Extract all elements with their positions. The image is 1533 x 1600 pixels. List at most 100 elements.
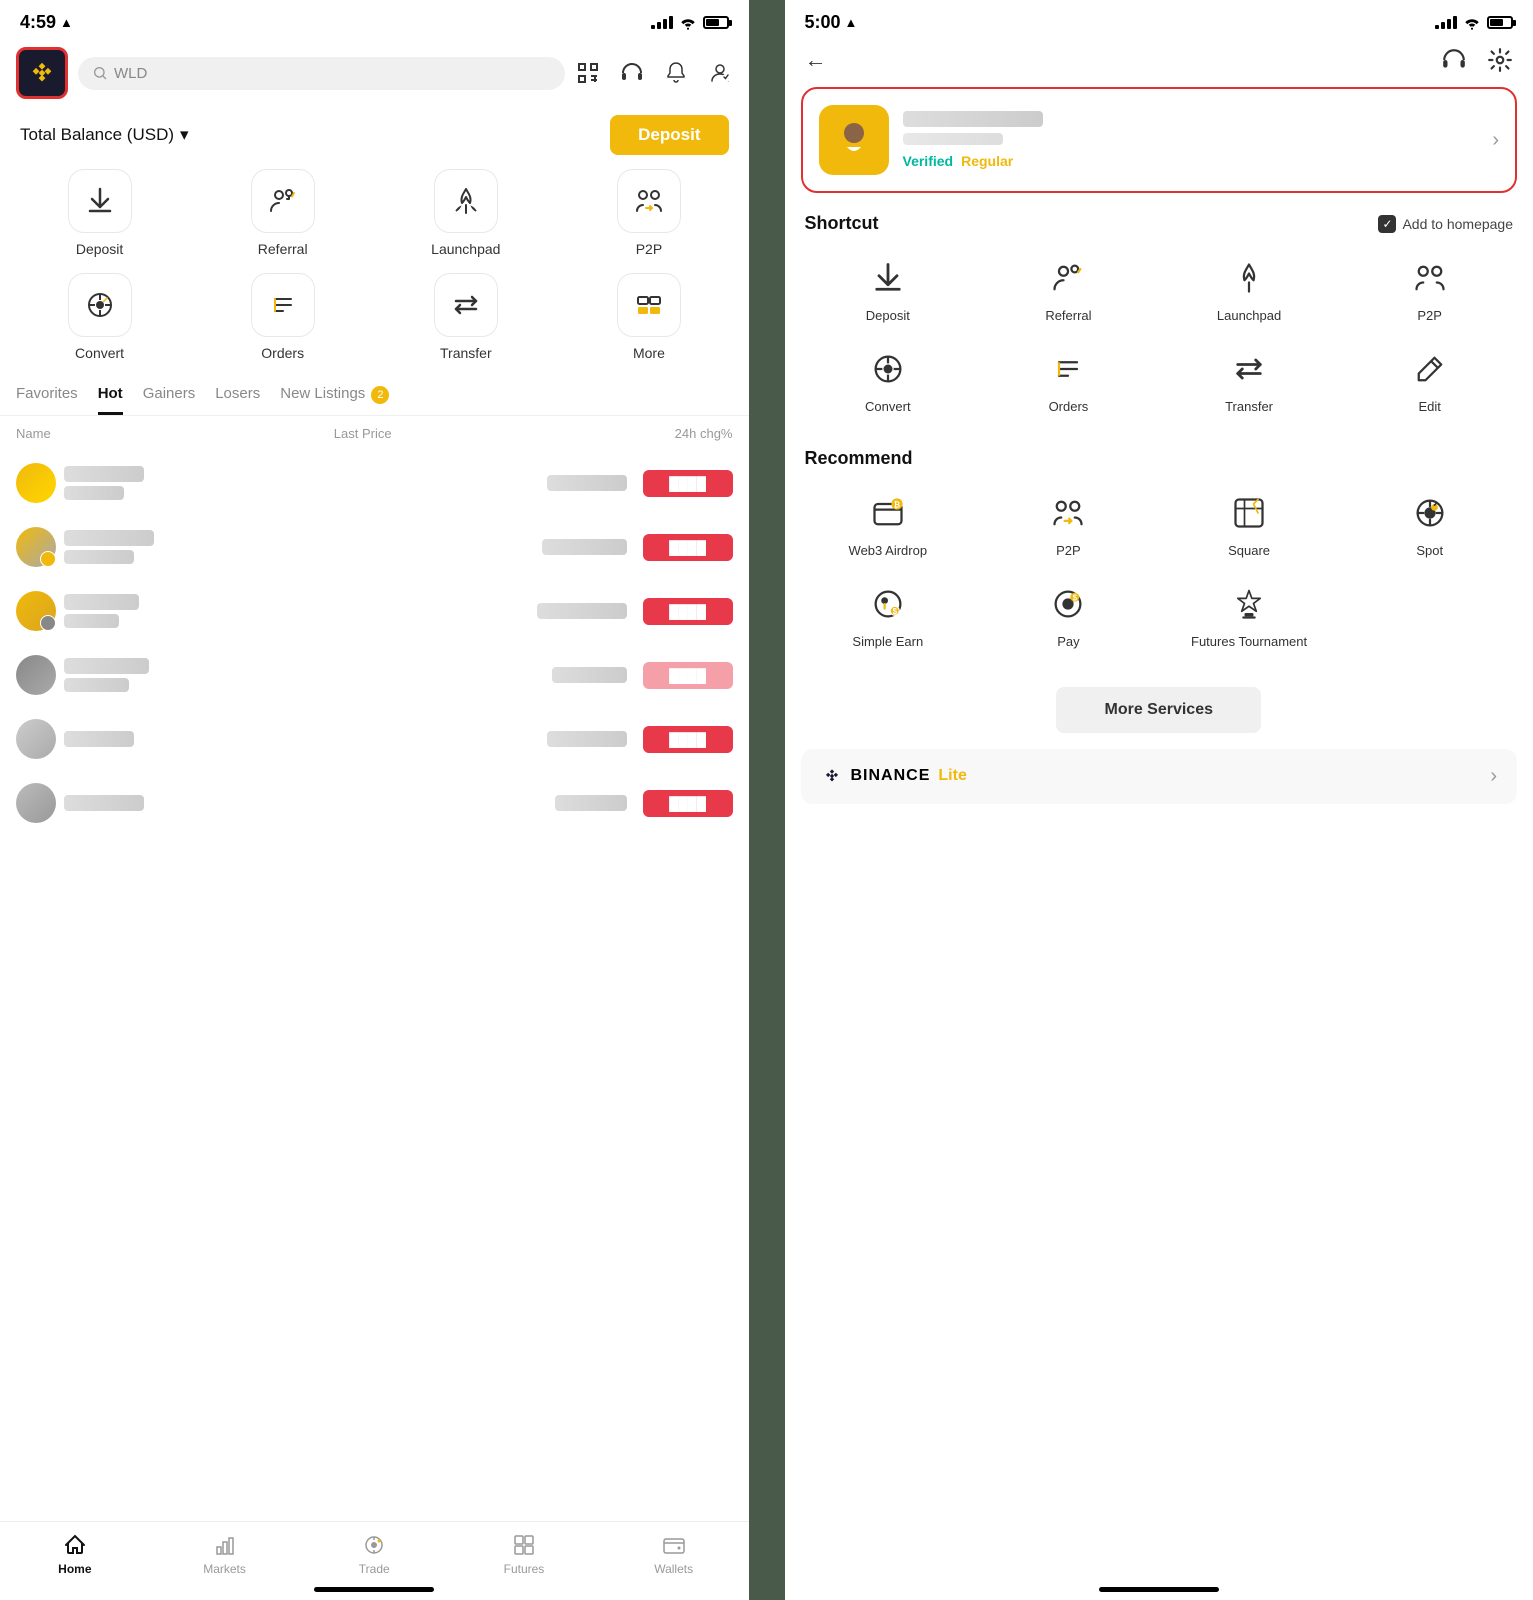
- signal-icon-1: [651, 16, 673, 29]
- notification-icon[interactable]: [663, 60, 689, 86]
- profile-icon[interactable]: [707, 60, 733, 86]
- nav-futures[interactable]: Futures: [449, 1532, 599, 1576]
- simple-earn-label: Simple Earn: [852, 634, 923, 651]
- time-1: 4:59: [20, 12, 56, 33]
- shortcut-launchpad-label: Launchpad: [1217, 308, 1281, 325]
- table-row[interactable]: ████: [0, 771, 749, 835]
- orders-icon: [267, 289, 299, 321]
- col-price: Last Price: [334, 426, 392, 441]
- shortcut-referral-icon: [1046, 256, 1090, 300]
- homepage-checkbox: ✓: [1378, 215, 1396, 233]
- recommend-spot[interactable]: Spot: [1342, 483, 1517, 568]
- back-button[interactable]: ←: [805, 47, 827, 73]
- transfer-icon-box: [434, 273, 498, 337]
- home-indicator-2: [1099, 1587, 1219, 1592]
- svg-text:$: $: [1073, 593, 1078, 602]
- binance-lite-bar[interactable]: BINANCE Lite ›: [801, 749, 1518, 804]
- action-convert[interactable]: Convert: [16, 273, 183, 361]
- shortcut-launchpad-icon: [1227, 256, 1271, 300]
- balance-section: Total Balance (USD) ▾ Deposit: [0, 109, 749, 169]
- shortcut-convert[interactable]: Convert: [801, 339, 976, 424]
- profile-card[interactable]: Verified Regular ›: [801, 87, 1518, 193]
- col-change: 24h chg%: [675, 426, 733, 441]
- binance-logo[interactable]: [16, 47, 68, 99]
- action-deposit[interactable]: Deposit: [16, 169, 183, 257]
- futures-icon: [511, 1532, 537, 1558]
- table-row[interactable]: ████: [0, 451, 749, 515]
- market-tabs: Favorites Hot Gainers Losers New Listing…: [0, 377, 749, 416]
- recommend-futures[interactable]: Futures Tournament: [1162, 574, 1337, 659]
- binance-diamond-icon: [821, 765, 843, 787]
- table-row[interactable]: ████: [0, 707, 749, 771]
- orders-label: Orders: [261, 345, 304, 361]
- nav-trade[interactable]: Trade: [299, 1532, 449, 1576]
- shortcut-p2p-icon: [1408, 256, 1452, 300]
- action-transfer[interactable]: Transfer: [382, 273, 549, 361]
- wifi-icon-1: [679, 16, 697, 30]
- shortcut-launchpad[interactable]: Launchpad: [1162, 248, 1337, 333]
- table-row[interactable]: ████: [0, 643, 749, 707]
- shortcut-orders[interactable]: Orders: [981, 339, 1156, 424]
- shortcut-deposit[interactable]: Deposit: [801, 248, 976, 333]
- action-launchpad[interactable]: Launchpad: [382, 169, 549, 257]
- launchpad-label: Launchpad: [431, 241, 500, 257]
- market-header: Name Last Price 24h chg%: [0, 416, 749, 451]
- tab-new-listings[interactable]: New Listings 2: [280, 385, 389, 415]
- action-p2p[interactable]: P2P: [565, 169, 732, 257]
- pay-label: Pay: [1057, 634, 1079, 651]
- deposit-button-main[interactable]: Deposit: [610, 115, 728, 155]
- nav-markets[interactable]: Markets: [150, 1532, 300, 1576]
- tab-losers[interactable]: Losers: [215, 385, 260, 415]
- more-services-button[interactable]: More Services: [1056, 687, 1261, 733]
- phone2-profile: 5:00 ▲: [785, 0, 1533, 1600]
- table-row[interactable]: ████: [0, 579, 749, 643]
- recommend-square[interactable]: Square: [1162, 483, 1337, 568]
- scan-icon[interactable]: [575, 60, 601, 86]
- home-indicator-1: [314, 1587, 434, 1592]
- status-bar-1: 4:59 ▲: [0, 0, 749, 41]
- binance-logo-svg: [25, 56, 59, 90]
- shortcut-convert-label: Convert: [865, 399, 911, 416]
- deposit-label: Deposit: [76, 241, 123, 257]
- new-listings-badge: 2: [371, 386, 389, 404]
- p2-header-icons: [1441, 47, 1513, 73]
- shortcut-orders-icon: [1046, 347, 1090, 391]
- tab-favorites[interactable]: Favorites: [16, 385, 78, 415]
- recommend-simple-earn[interactable]: $ Simple Earn: [801, 574, 976, 659]
- add-to-homepage[interactable]: ✓ Add to homepage: [1378, 215, 1513, 233]
- p2-support-icon[interactable]: [1441, 47, 1467, 73]
- p2-app-header: ←: [785, 41, 1533, 83]
- shortcut-transfer[interactable]: Transfer: [1162, 339, 1337, 424]
- p2p-icon: [633, 185, 665, 217]
- action-orders[interactable]: Orders: [199, 273, 366, 361]
- tab-gainers[interactable]: Gainers: [143, 385, 196, 415]
- search-bar[interactable]: WLD: [78, 57, 565, 90]
- shortcut-referral[interactable]: Referral: [981, 248, 1156, 333]
- profile-badges: Verified Regular: [903, 153, 1479, 169]
- shortcut-p2p[interactable]: P2P: [1342, 248, 1517, 333]
- action-referral[interactable]: Referral: [199, 169, 366, 257]
- nav-wallets[interactable]: Wallets: [599, 1532, 749, 1576]
- shortcut-grid: Deposit Referral: [785, 244, 1533, 432]
- profile-name-blur: [903, 111, 1043, 127]
- table-row[interactable]: ████: [0, 515, 749, 579]
- p2p-label: P2P: [636, 241, 662, 257]
- web3airdrop-label: Web3 Airdrop: [849, 543, 928, 560]
- avatar-svg: [829, 115, 879, 165]
- status-icons-1: [651, 16, 729, 30]
- p2-settings-icon[interactable]: [1487, 47, 1513, 73]
- recommend-p2p[interactable]: P2P: [981, 483, 1156, 568]
- referral-label: Referral: [258, 241, 308, 257]
- recommend-pay[interactable]: $ Pay: [981, 574, 1156, 659]
- nav-home[interactable]: Home: [0, 1532, 150, 1576]
- support-icon[interactable]: [619, 60, 645, 86]
- action-more[interactable]: More: [565, 273, 732, 361]
- binance-text: BINANCE: [851, 767, 931, 785]
- recommend-web3airdrop[interactable]: ₿ Web3 Airdrop: [801, 483, 976, 568]
- tab-hot[interactable]: Hot: [98, 385, 123, 415]
- wallets-icon: [661, 1532, 687, 1558]
- futures-tournament-label: Futures Tournament: [1191, 634, 1307, 651]
- recommend-p2p-label: P2P: [1056, 543, 1081, 560]
- shortcut-edit[interactable]: Edit: [1342, 339, 1517, 424]
- more-label: More: [633, 345, 665, 361]
